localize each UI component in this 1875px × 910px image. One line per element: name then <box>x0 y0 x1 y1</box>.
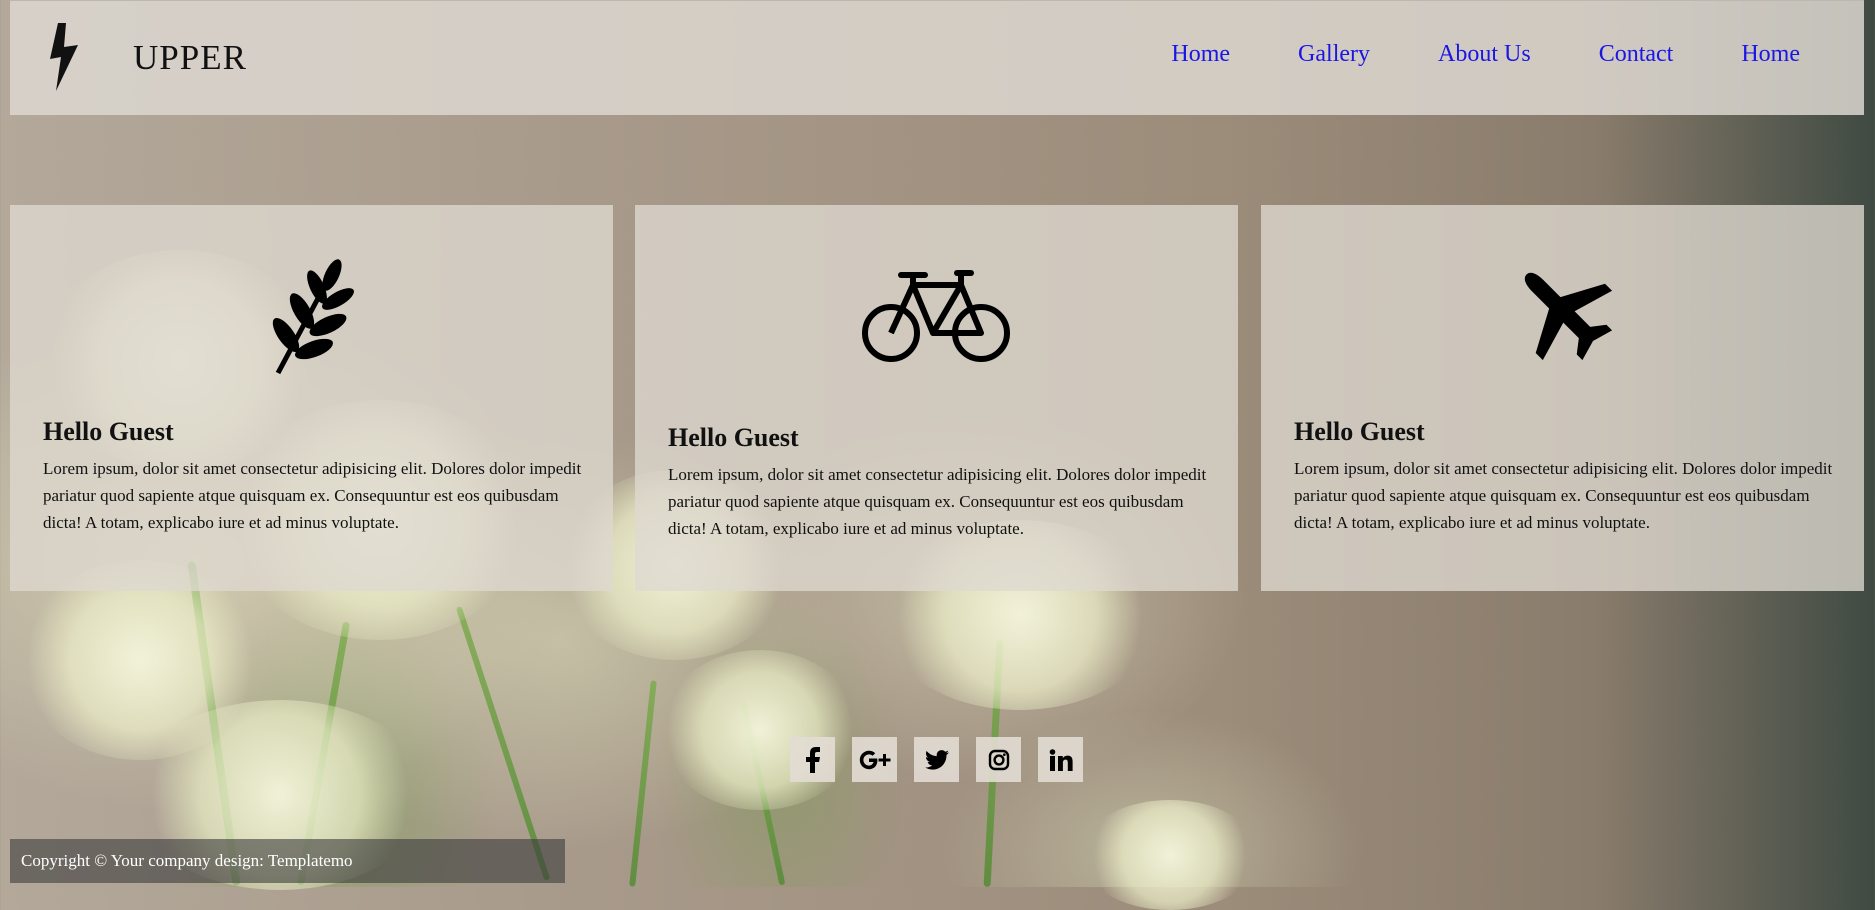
google-plus-icon[interactable] <box>852 737 897 782</box>
card-text: Lorem ipsum, dolor sit amet consectetur … <box>1294 459 1833 532</box>
card-text: Lorem ipsum, dolor sit amet consectetur … <box>43 459 582 532</box>
brand-name[interactable]: UPPER <box>133 38 247 78</box>
card-title: Hello Guest <box>668 423 799 452</box>
instagram-icon[interactable] <box>976 737 1021 782</box>
header-bar: UPPER Home Gallery About Us Contact Home <box>10 0 1864 115</box>
nav-gallery[interactable]: Gallery <box>1298 41 1370 68</box>
facebook-icon[interactable] <box>790 737 835 782</box>
feature-card-3: Hello Guest Lorem ipsum, dolor sit amet … <box>1261 205 1864 591</box>
social-links <box>790 737 1083 782</box>
linkedin-icon[interactable] <box>1038 737 1083 782</box>
nav-contact[interactable]: Contact <box>1599 41 1674 68</box>
card-title: Hello Guest <box>43 417 174 446</box>
feature-card-1: Hello Guest Lorem ipsum, dolor sit amet … <box>10 205 613 591</box>
airplane-icon <box>1509 257 1619 372</box>
bicycle-icon <box>861 265 1013 370</box>
lightning-bolt-icon[interactable] <box>48 21 88 93</box>
nav-home[interactable]: Home <box>1171 41 1230 68</box>
footer-copyright: Copyright © Your company design: Templat… <box>10 839 565 883</box>
leaf-icon <box>260 253 360 383</box>
card-title: Hello Guest <box>1294 417 1425 446</box>
twitter-icon[interactable] <box>914 737 959 782</box>
main-nav: Home Gallery About Us Contact Home <box>1171 41 1800 68</box>
card-text: Lorem ipsum, dolor sit amet consectetur … <box>668 465 1207 538</box>
nav-home-2[interactable]: Home <box>1741 41 1800 68</box>
feature-card-2: Hello Guest Lorem ipsum, dolor sit amet … <box>635 205 1238 591</box>
nav-about-us[interactable]: About Us <box>1438 41 1531 68</box>
